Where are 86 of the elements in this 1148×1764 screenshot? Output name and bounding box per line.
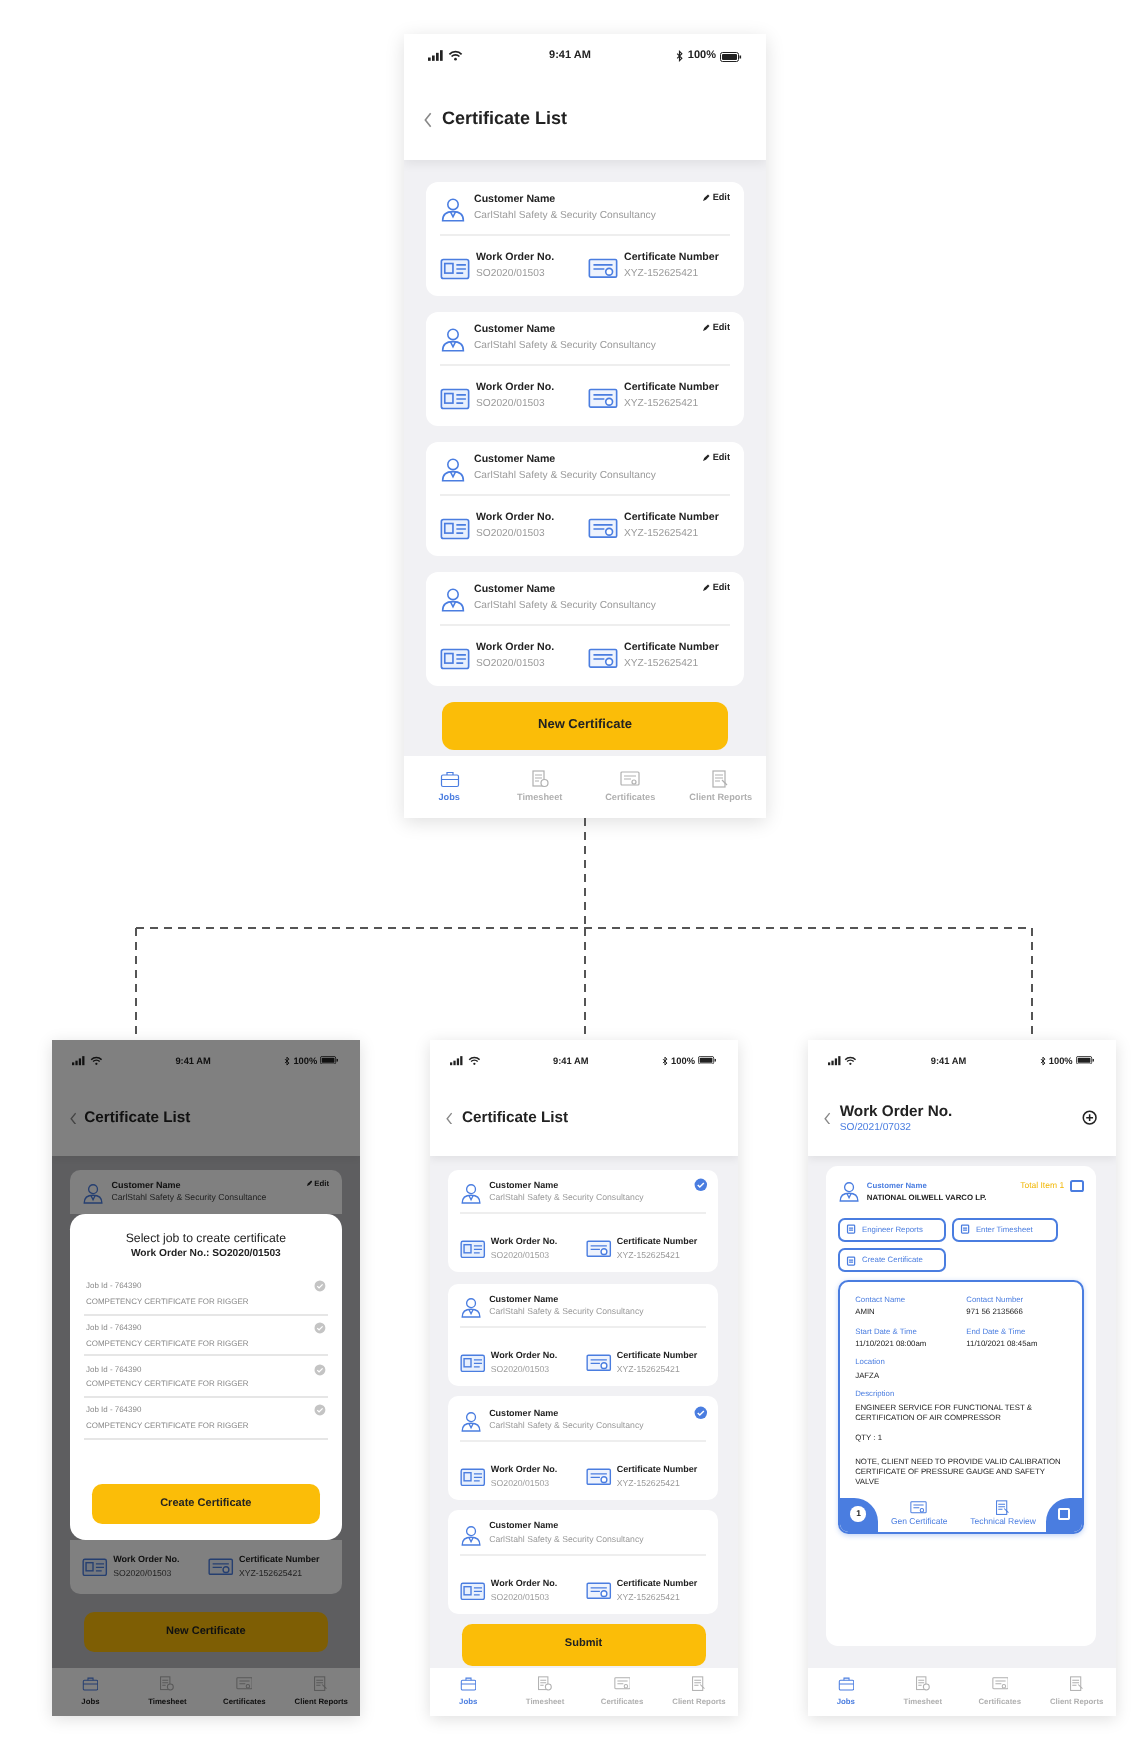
checkbox[interactable]: [1070, 1179, 1085, 1193]
bluetooth-icon: [1039, 1055, 1046, 1066]
bluetooth-icon: [284, 1055, 291, 1066]
wifi-icon: [467, 1055, 480, 1066]
wifi-icon: [448, 50, 463, 62]
screen-title: Certificate List: [84, 1106, 191, 1130]
signal-icon: [428, 50, 444, 62]
certificate-icon: [620, 769, 641, 788]
document-icon: [846, 1224, 857, 1236]
report-icon: [312, 1676, 330, 1693]
timesheet-icon: [529, 769, 550, 788]
certificate-icon: [586, 1353, 612, 1373]
certificate-icon: [588, 387, 618, 410]
certificate-icon: [588, 257, 618, 280]
bluetooth-icon: [676, 50, 684, 62]
timesheet-icon: [158, 1676, 176, 1693]
timesheet-icon: [914, 1676, 932, 1693]
pencil-icon: [702, 584, 711, 593]
person-icon: [82, 1181, 105, 1204]
person-icon: [837, 1179, 861, 1202]
document-icon: [846, 1255, 857, 1266]
check-icon[interactable]: [313, 1322, 326, 1335]
back-icon[interactable]: [824, 1111, 832, 1125]
person-icon: [440, 586, 466, 613]
certificate-icon: [235, 1676, 253, 1693]
report-icon: [1068, 1676, 1086, 1693]
certificate-icon: [910, 1499, 928, 1515]
id-card-icon: [460, 1581, 486, 1601]
id-card-icon: [82, 1557, 109, 1577]
bluetooth-icon: [661, 1055, 668, 1066]
person-icon: [440, 196, 466, 223]
back-icon[interactable]: [69, 1111, 76, 1125]
back-icon[interactable]: [424, 111, 432, 127]
pencil-icon: [702, 454, 711, 463]
report-icon: [994, 1499, 1012, 1515]
document-icon: [960, 1224, 971, 1236]
briefcase-icon: [439, 769, 460, 788]
id-card-icon: [460, 1467, 486, 1487]
screen-title: Certificate List: [442, 105, 568, 132]
signal-icon: [450, 1055, 464, 1066]
id-card-icon: [460, 1353, 486, 1373]
person-icon: [440, 326, 466, 353]
person-icon: [460, 1295, 483, 1318]
check-icon[interactable]: [694, 1405, 709, 1419]
certificate-icon: [588, 517, 618, 540]
screen-title: Certificate List: [461, 1106, 569, 1130]
wifi-icon: [89, 1055, 103, 1066]
battery-icon: [698, 1056, 717, 1065]
person-icon: [460, 1409, 483, 1432]
add-icon[interactable]: [1082, 1110, 1099, 1126]
pencil-icon: [702, 324, 711, 333]
timesheet-icon: [536, 1676, 554, 1693]
briefcase-icon: [81, 1676, 99, 1693]
certificate-icon: [613, 1676, 631, 1693]
person-icon: [440, 456, 466, 483]
id-card-icon: [440, 647, 470, 670]
screen-title: Work Order No.: [839, 1099, 953, 1122]
report-icon: [690, 1676, 708, 1693]
check-icon[interactable]: [313, 1280, 326, 1293]
briefcase-icon: [459, 1676, 477, 1693]
id-card-icon: [440, 517, 470, 540]
certificate-icon: [588, 647, 618, 670]
certificate-icon: [586, 1467, 612, 1487]
battery-icon: [320, 1056, 340, 1065]
pencil-icon: [702, 194, 711, 203]
certificate-icon: [586, 1581, 612, 1601]
briefcase-icon: [837, 1676, 855, 1693]
person-icon: [460, 1181, 483, 1204]
id-card-icon: [440, 387, 470, 410]
certificate-icon: [991, 1676, 1009, 1693]
id-card-icon: [460, 1240, 486, 1259]
person-icon: [460, 1523, 483, 1546]
battery-icon: [1076, 1056, 1095, 1065]
check-icon[interactable]: [694, 1177, 709, 1192]
wifi-icon: [844, 1055, 858, 1066]
signal-icon: [72, 1055, 86, 1066]
check-icon[interactable]: [313, 1404, 326, 1417]
back-icon[interactable]: [446, 1111, 454, 1125]
certificate-icon: [586, 1240, 612, 1259]
report-icon: [710, 769, 731, 788]
signal-icon: [827, 1055, 842, 1066]
check-icon[interactable]: [313, 1363, 326, 1376]
battery-icon: [720, 51, 742, 61]
certificate-icon: [208, 1557, 234, 1577]
pencil-icon: [305, 1180, 313, 1187]
id-card-icon: [440, 257, 470, 280]
